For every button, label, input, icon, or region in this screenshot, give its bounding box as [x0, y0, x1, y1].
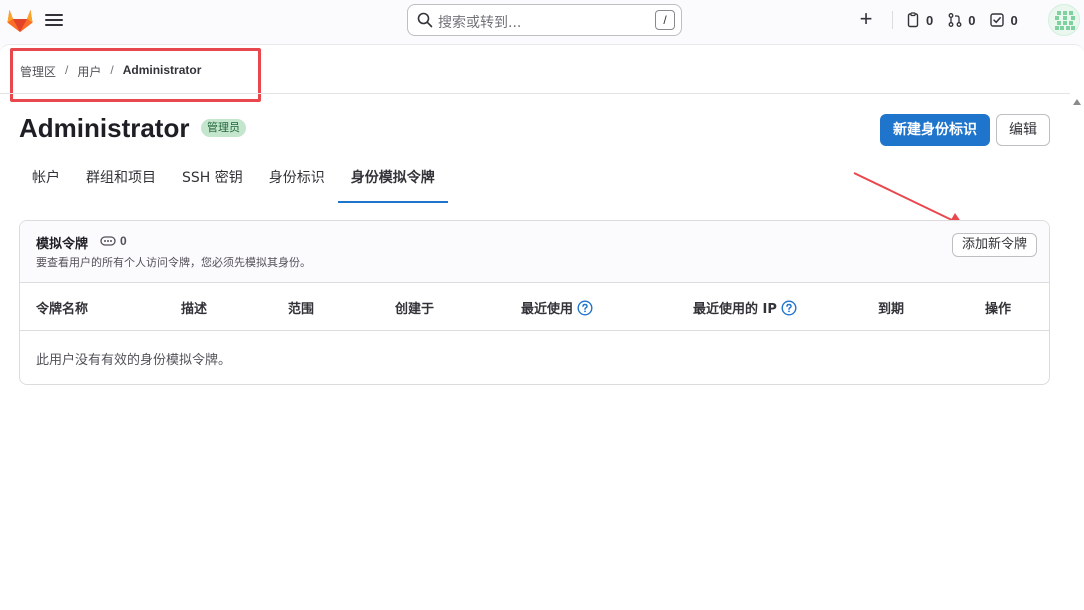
merge-requests-counter[interactable]: 0: [947, 12, 975, 28]
divider: [892, 11, 893, 29]
column-actions[interactable]: 操作: [985, 298, 1011, 317]
header-divider: [0, 93, 1070, 94]
help-icon[interactable]: [577, 299, 593, 316]
column-label: 最近使用: [521, 302, 574, 317]
gitlab-logo-icon[interactable]: [6, 7, 34, 33]
impersonation-tokens-card: 模拟令牌 0 要查看用户的所有个人访问令牌，您必须先模拟其身份。 添加新令牌 令…: [19, 220, 1050, 385]
tabs: 帐户 群组和项目 SSH 密钥 身份标识 身份模拟令牌: [19, 163, 448, 203]
top-actions: + 0 0 0: [856, 8, 1032, 32]
search-input[interactable]: 搜索或转到... /: [407, 4, 682, 36]
search-icon: [417, 12, 433, 28]
column-expires[interactable]: 到期: [878, 298, 904, 317]
new-identity-button[interactable]: 新建身份标识: [880, 114, 990, 146]
merge-requests-count: 0: [968, 12, 976, 28]
column-label: 范围: [288, 302, 315, 317]
card-title: 模拟令牌: [36, 237, 89, 252]
column-last-used[interactable]: 最近使用: [521, 298, 593, 317]
column-token-name[interactable]: 令牌名称: [36, 298, 88, 317]
token-count: 0: [100, 234, 127, 248]
column-created[interactable]: 创建于: [395, 298, 434, 317]
create-new-icon[interactable]: +: [856, 8, 876, 30]
card-description: 要查看用户的所有个人访问令牌，您必须先模拟其身份。: [36, 256, 311, 269]
column-last-used-ip[interactable]: 最近使用的 IP: [693, 298, 797, 317]
add-new-token-button[interactable]: 添加新令牌: [951, 233, 1037, 257]
search-shortcut-key: /: [655, 10, 675, 30]
merge-request-icon: [948, 13, 962, 27]
column-description[interactable]: 描述: [181, 298, 207, 317]
token-icon: [100, 236, 116, 246]
scrollbar[interactable]: [1070, 93, 1084, 610]
todo-check-icon: [990, 13, 1005, 27]
column-label: 令牌名称: [36, 302, 89, 317]
todos-counter[interactable]: 0: [989, 12, 1018, 28]
table-header: 令牌名称 描述 范围 创建于 最近使用 最近使用的 IP 到期 操作: [20, 283, 1049, 331]
edit-button[interactable]: 编辑: [996, 114, 1050, 146]
avatar[interactable]: [1048, 4, 1080, 36]
issues-counter[interactable]: 0: [905, 12, 933, 28]
top-bar: 搜索或转到... / + 0 0 0: [0, 0, 1084, 40]
todos-count: 0: [1010, 12, 1018, 28]
tab-account[interactable]: 帐户: [19, 163, 73, 203]
column-label: 创建于: [395, 302, 435, 317]
column-label: 描述: [181, 302, 208, 317]
tab-ssh-keys[interactable]: SSH 密钥: [169, 163, 256, 203]
page-title: Administrator: [19, 113, 190, 143]
issues-icon: [907, 12, 919, 28]
token-count-value: 0: [120, 234, 127, 248]
search-placeholder: 搜索或转到...: [438, 15, 522, 31]
empty-state-message: 此用户没有有效的身份模拟令牌。: [36, 353, 232, 368]
role-badge: 管理员: [201, 119, 246, 137]
tab-groups-projects[interactable]: 群组和项目: [73, 163, 169, 203]
avatar-identicon-icon: [1049, 5, 1079, 35]
help-icon[interactable]: [781, 299, 797, 316]
column-label: 操作: [985, 302, 1012, 317]
column-label: 到期: [878, 302, 905, 317]
main-panel: 管理区 / 用户 / Administrator Administrator 管…: [0, 44, 1084, 610]
scroll-up-arrow-icon[interactable]: [1073, 99, 1081, 105]
issues-count: 0: [926, 12, 934, 28]
column-label: 最近使用的 IP: [693, 302, 777, 317]
card-header: 模拟令牌 0 要查看用户的所有个人访问令牌，您必须先模拟其身份。 添加新令牌: [20, 221, 1049, 283]
column-scope[interactable]: 范围: [288, 298, 314, 317]
menu-icon[interactable]: [44, 12, 64, 28]
tab-impersonation-tokens[interactable]: 身份模拟令牌: [337, 163, 448, 203]
tab-identities[interactable]: 身份标识: [256, 163, 338, 203]
